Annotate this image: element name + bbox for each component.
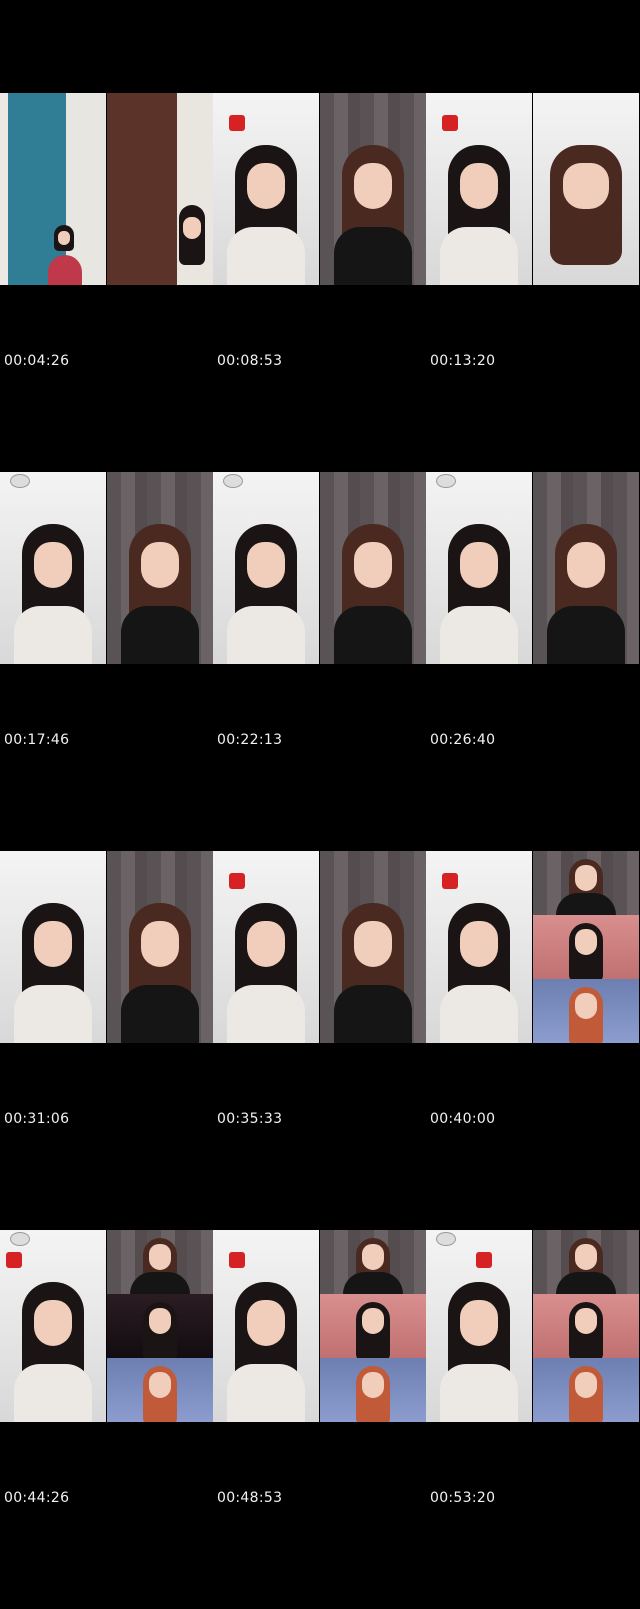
video-frame-left	[0, 472, 106, 664]
thumbnail-cell-6[interactable]: 00:26:40	[426, 472, 639, 851]
timestamp: 00:44:26	[4, 1490, 70, 1506]
thumbnail-cell-5[interactable]: 00:22:13	[213, 472, 426, 851]
video-frame-right	[533, 472, 639, 664]
timestamp: 00:26:40	[430, 732, 496, 748]
thumbnail-cell-10[interactable]: 00:44:26	[0, 1230, 213, 1609]
thumbnail-cell-3[interactable]: 00:13:20	[426, 93, 639, 472]
video-frame-left	[0, 851, 106, 1043]
video-frame-right	[320, 93, 426, 285]
video-frame-right	[107, 851, 213, 1043]
video-frame-right	[320, 851, 426, 1043]
video-frame-right-split	[107, 1230, 213, 1422]
video-frame-left	[213, 851, 319, 1043]
video-frame-right-split	[320, 1230, 426, 1422]
video-frame-right	[107, 93, 213, 285]
video-frame-left	[0, 1230, 106, 1422]
timestamp: 00:48:53	[217, 1490, 283, 1506]
timestamp: 00:08:53	[217, 353, 283, 369]
video-frame-right	[320, 472, 426, 664]
thumbnail-cell-11[interactable]: 00:48:53	[213, 1230, 426, 1609]
video-frame-right-split	[533, 1230, 639, 1422]
thumbnail-cell-12[interactable]: 00:53:20	[426, 1230, 639, 1609]
video-frame-left	[426, 93, 532, 285]
timestamp: 00:31:06	[4, 1111, 70, 1127]
thumbnail-cell-4[interactable]: 00:17:46	[0, 472, 213, 851]
timestamp: 00:35:33	[217, 1111, 283, 1127]
video-frame-left	[426, 472, 532, 664]
video-frame-left	[213, 472, 319, 664]
thumbnail-row-2: 00:17:46 00:22:13 00:26:40	[0, 472, 640, 851]
timestamp: 00:17:46	[4, 732, 70, 748]
thumbnail-row-3: 00:31:06 00:35:33 00:40:00	[0, 851, 640, 1230]
video-frame-right-split	[533, 851, 639, 1043]
timestamp: 00:13:20	[430, 353, 496, 369]
video-frame-left	[426, 1230, 532, 1422]
timestamp: 00:40:00	[430, 1111, 496, 1127]
video-frame-left	[0, 93, 106, 285]
thumbnail-cell-9[interactable]: 00:40:00	[426, 851, 639, 1230]
thumbnail-cell-7[interactable]: 00:31:06	[0, 851, 213, 1230]
video-frame-right	[107, 472, 213, 664]
timestamp: 00:04:26	[4, 353, 70, 369]
thumbnail-cell-2[interactable]: 00:08:53	[213, 93, 426, 472]
video-frame-left	[213, 1230, 319, 1422]
timestamp: 00:22:13	[217, 732, 283, 748]
video-frame-left	[213, 93, 319, 285]
timestamp: 00:53:20	[430, 1490, 496, 1506]
thumbnail-row-1: 00:04:26 00:08:53 00:13:20	[0, 93, 640, 472]
video-frame-left	[426, 851, 532, 1043]
thumbnail-cell-8[interactable]: 00:35:33	[213, 851, 426, 1230]
video-frame-right	[533, 93, 639, 285]
thumbnail-row-4: 00:44:26 00:48:53 00:53:20	[0, 1230, 640, 1609]
thumbnail-cell-1[interactable]: 00:04:26	[0, 93, 213, 472]
